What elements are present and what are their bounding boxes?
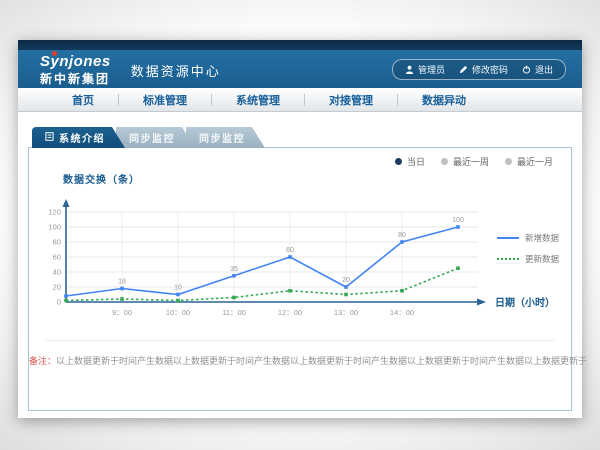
tab-bar: 系统介绍 同步监控 同步监控	[18, 127, 582, 148]
radio-label: 最近一周	[453, 155, 489, 168]
radio-dot-icon	[441, 158, 448, 165]
nav-item-interface-mgmt[interactable]: 对接管理	[305, 92, 397, 108]
nav-item-standard-mgmt[interactable]: 标准管理	[119, 92, 211, 108]
nav-item-system-mgmt[interactable]: 系统管理	[212, 92, 304, 108]
radio-dot-icon	[505, 158, 512, 165]
svg-text:10: 10	[174, 285, 182, 292]
chart-panel: 当日 最近一周 最近一月 数据交换（条） 0 20 40 60 80 100 120 9：00…	[28, 147, 572, 411]
document-icon	[45, 132, 54, 144]
content-area: 系统介绍 同步监控 同步监控 当日 最近一周	[18, 127, 582, 411]
svg-text:0: 0	[57, 298, 61, 307]
user-button[interactable]: 管理员	[405, 63, 445, 76]
footer-note-prefix: 备注：	[29, 356, 56, 366]
nav-item-data-change[interactable]: 数据异动	[398, 92, 490, 108]
svg-text:60: 60	[53, 253, 61, 262]
solid-line-swatch	[497, 237, 519, 239]
svg-text:10：00: 10：00	[166, 308, 190, 317]
svg-text:14：00: 14：00	[390, 308, 414, 317]
main-nav: 首页 标准管理 系统管理 对接管理 数据异动	[18, 88, 582, 112]
brand-logo: Synjones 新中新集团	[40, 54, 111, 85]
radio-last-month[interactable]: 最近一月	[505, 155, 553, 168]
edit-icon	[459, 65, 468, 74]
legend-item-update-data: 更新数据	[497, 253, 559, 265]
power-icon	[522, 65, 531, 74]
change-password-label: 修改密码	[472, 63, 508, 76]
radio-label: 当日	[407, 155, 425, 168]
app-header: Synjones 新中新集团 数据资源中心 管理员 修改密码	[18, 50, 582, 88]
tab-system-intro[interactable]: 系统介绍	[32, 127, 125, 148]
legend-label: 新增数据	[525, 232, 559, 244]
app-window: Synjones 新中新集团 数据资源中心 管理员 修改密码	[18, 40, 582, 418]
dotted-line-swatch	[497, 258, 519, 260]
radio-dot-icon	[395, 158, 402, 165]
legend-item-new-data: 新增数据	[497, 232, 559, 244]
top-navy-strip	[18, 40, 582, 50]
svg-text:80: 80	[53, 238, 61, 247]
tab-label: 系统介绍	[59, 130, 105, 145]
svg-text:120: 120	[48, 208, 61, 217]
tab-sync-monitor-2[interactable]: 同步监控	[186, 127, 265, 148]
line-chart: 0 20 40 60 80 100 120 9：00 10：00 11：00 12：00 13：00 1…	[41, 194, 491, 320]
y-axis-title: 数据交换（条）	[63, 171, 140, 186]
svg-text:35: 35	[230, 266, 238, 273]
radio-last-week[interactable]: 最近一周	[441, 155, 489, 168]
footer-note-text: 以上数据更新于时间产生数据以上数据更新于时间产生数据以上数据更新于时间产生数据以…	[56, 356, 587, 366]
svg-text:12：00: 12：00	[278, 308, 302, 317]
app-title: 数据资源中心	[131, 59, 221, 80]
logo-red-dot-icon	[52, 51, 57, 56]
legend-label: 更新数据	[525, 253, 559, 265]
panel-divider	[45, 340, 555, 341]
logout-label: 退出	[535, 63, 553, 76]
user-icon	[405, 65, 414, 74]
svg-text:9：00: 9：00	[112, 308, 132, 317]
user-button-label: 管理员	[418, 63, 445, 76]
tab-label: 同步监控	[199, 130, 245, 145]
x-axis-title: 日期（小时）	[495, 294, 555, 309]
chart-legend: 新增数据 更新数据	[497, 232, 559, 265]
logo-text: Synjones	[40, 54, 111, 69]
svg-text:13：00: 13：00	[334, 308, 358, 317]
footer-note: 备注：以上数据更新于时间产生数据以上数据更新于时间产生数据以上数据更新于时间产生…	[29, 354, 571, 367]
tab-sync-monitor-1[interactable]: 同步监控	[116, 127, 195, 148]
svg-text:40: 40	[53, 268, 61, 277]
svg-text:80: 80	[398, 232, 406, 239]
page-background: Synjones 新中新集团 数据资源中心 管理员 修改密码	[0, 0, 600, 450]
radio-today[interactable]: 当日	[395, 155, 425, 168]
logout-button[interactable]: 退出	[522, 63, 553, 76]
svg-text:20: 20	[342, 277, 350, 284]
logo-wordmark: Synjones	[40, 53, 111, 70]
svg-text:100: 100	[452, 217, 464, 224]
user-actions-pill: 管理员 修改密码 退出	[392, 59, 566, 80]
svg-text:20: 20	[53, 283, 61, 292]
radio-label: 最近一月	[517, 155, 553, 168]
logo-subtext: 新中新集团	[40, 73, 111, 85]
svg-text:18: 18	[118, 279, 126, 286]
time-range-filter: 当日 最近一周 最近一月	[395, 155, 553, 168]
svg-text:100: 100	[48, 223, 61, 232]
svg-text:11：00: 11：00	[222, 308, 246, 317]
svg-text:60: 60	[286, 247, 294, 254]
nav-item-home[interactable]: 首页	[48, 92, 118, 108]
change-password-button[interactable]: 修改密码	[459, 63, 508, 76]
tab-label: 同步监控	[129, 130, 175, 145]
